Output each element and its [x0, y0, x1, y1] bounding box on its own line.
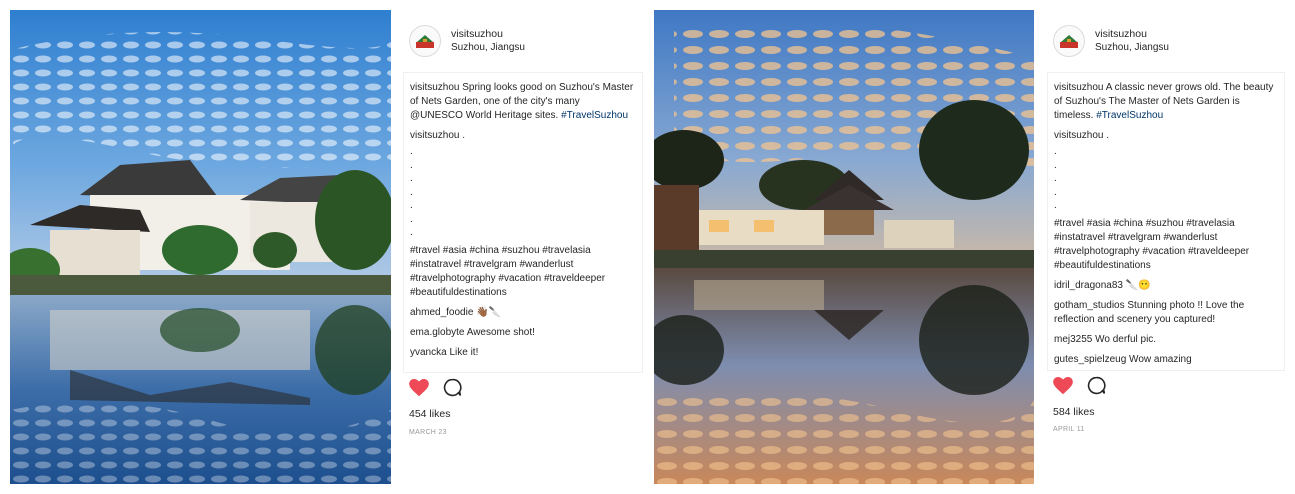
- hashtag-list[interactable]: #travel #asia #china #suzhou #travelasia…: [1054, 217, 1276, 273]
- comment-username[interactable]: visitsuzhou: [410, 130, 459, 141]
- likes-count[interactable]: 584 likes: [1053, 406, 1094, 418]
- garden-photo-sunset: [654, 10, 1034, 484]
- list-item: mej3255 Wo derful pic.: [1054, 333, 1276, 347]
- comment-username[interactable]: gutes_spielzeug: [1054, 354, 1126, 365]
- post-username[interactable]: visitsuzhou: [451, 27, 525, 41]
- post-username[interactable]: visitsuzhou: [1095, 27, 1169, 41]
- visitsuzhou-logo-icon: [1060, 35, 1078, 48]
- post-location[interactable]: Suzhou, Jiangsu: [1095, 41, 1169, 55]
- comment-text: .: [459, 130, 466, 141]
- comment-text: 🔪😶: [1122, 279, 1151, 291]
- comment-text: 👋🏾🔪: [473, 306, 502, 318]
- list-item: visitsuzhou .: [1054, 129, 1276, 143]
- post-date: MARCH 23: [409, 429, 447, 436]
- caption: visitsuzhou A classic never grows old. T…: [1054, 81, 1276, 123]
- list-item: ema.globyte Awesome shot!: [410, 326, 634, 340]
- divider: [1047, 370, 1285, 371]
- comment-text: Awesome shot!: [464, 326, 535, 338]
- post-location[interactable]: Suzhou, Jiangsu: [451, 41, 525, 55]
- avatar[interactable]: [409, 25, 441, 57]
- caption-hashtag[interactable]: #TravelSuzhou: [561, 110, 628, 121]
- list-item: gutes_spielzeug Wow amazing: [1054, 353, 1276, 367]
- comment-text: Wo derful pic.: [1092, 333, 1157, 345]
- comment-username[interactable]: idril_dragona83: [1054, 280, 1123, 291]
- list-item: ahmed_foodie 👋🏾🔪: [410, 306, 634, 320]
- comment-bubble-icon[interactable]: [1087, 376, 1106, 398]
- caption-username[interactable]: visitsuzhou: [410, 82, 459, 93]
- comments-list[interactable]: visitsuzhou A classic never grows old. T…: [1047, 72, 1285, 371]
- comments-list[interactable]: visitsuzhou Spring looks good on Suzhou'…: [403, 72, 643, 373]
- comment-username[interactable]: visitsuzhou: [1054, 130, 1103, 141]
- post-panel: visitsuzhou Suzhou, Jiangsu visitsuzhou …: [1043, 10, 1287, 484]
- comment-text: Wow amazing: [1126, 353, 1192, 365]
- avatar[interactable]: [1053, 25, 1085, 57]
- list-item: visitsuzhou .: [410, 129, 634, 143]
- visitsuzhou-logo-icon: [416, 35, 434, 48]
- post-photo[interactable]: [654, 10, 1034, 484]
- post-header: visitsuzhou Suzhou, Jiangsu: [409, 24, 525, 58]
- hashtag-list[interactable]: #travel #asia #china #suzhou #travelasia…: [410, 244, 634, 300]
- divider: [403, 372, 643, 373]
- comment-text: .: [1103, 130, 1110, 141]
- action-bar: [1053, 376, 1106, 398]
- garden-photo-spring: [10, 10, 391, 484]
- post-header: visitsuzhou Suzhou, Jiangsu: [1053, 24, 1169, 58]
- comment-bubble-icon[interactable]: [443, 378, 462, 400]
- post-panel: visitsuzhou Suzhou, Jiangsu visitsuzhou …: [399, 10, 645, 484]
- comment-username[interactable]: gotham_studios: [1054, 300, 1125, 311]
- caption: visitsuzhou Spring looks good on Suzhou'…: [410, 81, 634, 123]
- list-item: yvancka Like it!: [410, 346, 634, 360]
- comment-username[interactable]: yvancka: [410, 347, 447, 358]
- list-item: idril_dragona83 🔪😶: [1054, 279, 1276, 293]
- heart-filled-icon[interactable]: [1053, 376, 1073, 398]
- comment-text: Like it!: [446, 346, 479, 358]
- comment-username[interactable]: mej3255: [1054, 334, 1092, 345]
- comment-dots: . . . . .: [1054, 146, 1057, 211]
- likes-count[interactable]: 454 likes: [409, 408, 450, 420]
- action-bar: [409, 378, 462, 400]
- caption-username[interactable]: visitsuzhou: [1054, 82, 1103, 93]
- heart-filled-icon[interactable]: [409, 378, 429, 400]
- post-date: APRIL 11: [1053, 426, 1085, 433]
- list-item: gotham_studios Stunning photo !! Love th…: [1054, 299, 1276, 327]
- caption-hashtag[interactable]: #TravelSuzhou: [1096, 110, 1163, 121]
- comment-username[interactable]: ema.globyte: [410, 327, 464, 338]
- comment-username[interactable]: ahmed_foodie: [410, 307, 473, 318]
- comment-dots: . . . . . . .: [410, 146, 413, 238]
- post-photo[interactable]: [10, 10, 391, 484]
